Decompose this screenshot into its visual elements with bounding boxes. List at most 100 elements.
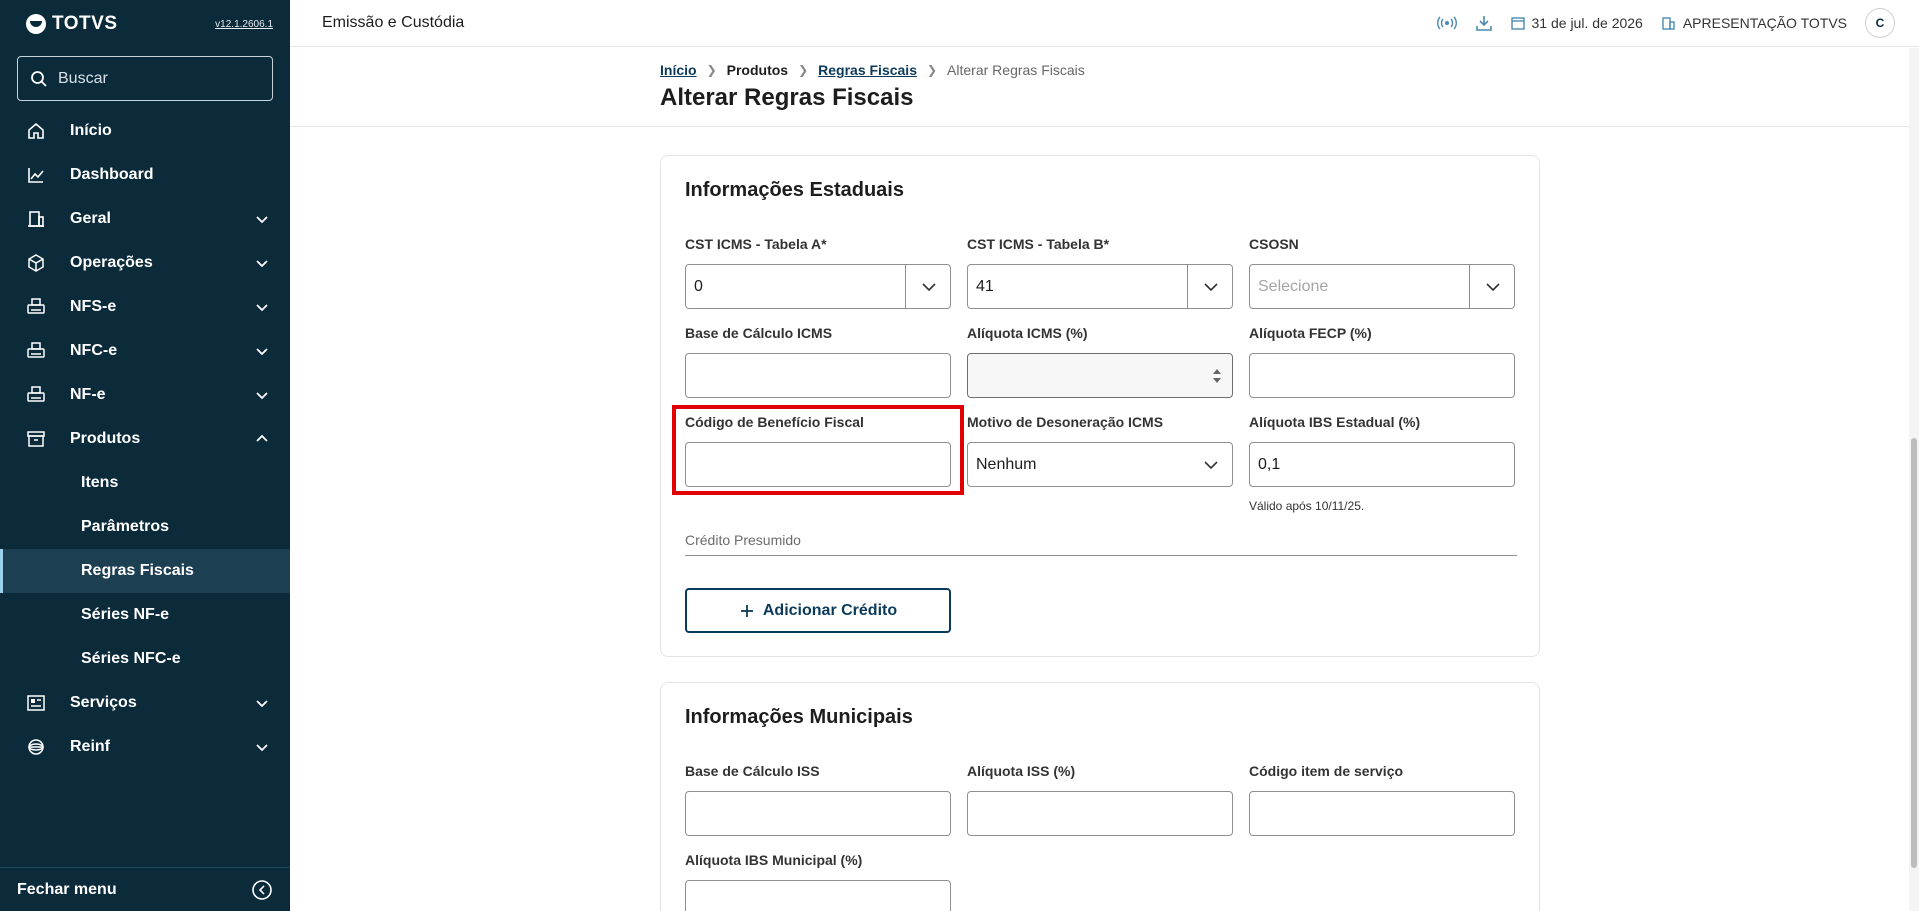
globe-icon xyxy=(26,737,46,757)
archive-icon xyxy=(26,429,46,449)
ibs-municipal-label: Alíquota IBS Municipal (%) xyxy=(685,852,863,868)
divider xyxy=(685,555,1517,556)
broadcast-icon[interactable] xyxy=(1436,15,1457,31)
header-actions: 31 de jul. de 2026 APRESENTAÇÃO TOTVS C xyxy=(1436,8,1895,38)
download-icon[interactable] xyxy=(1475,14,1493,32)
search-input[interactable]: Buscar xyxy=(17,56,273,101)
sidebar-item-label: NF-e xyxy=(70,386,106,403)
sidebar-item-servicos[interactable]: Serviços xyxy=(0,681,290,725)
sidebar-nav: Início Dashboard Geral Operações NFS-e N… xyxy=(0,109,290,769)
ibs-estadual-value: 0,1 xyxy=(1258,455,1281,473)
date-display[interactable]: 31 de jul. de 2026 xyxy=(1510,15,1643,31)
aliquota-icms-label: Alíquota ICMS (%) xyxy=(967,325,1088,341)
sidebar-item-nfse[interactable]: NFS-e xyxy=(0,285,290,329)
codigo-servico-label: Código item de serviço xyxy=(1249,763,1404,779)
sidebar-item-label: Dashboard xyxy=(70,166,154,183)
sidebar-item-operacoes[interactable]: Operações xyxy=(0,241,290,285)
avatar[interactable]: C xyxy=(1865,8,1895,38)
cst-icms-a-field: CST ICMS - Tabela A* 0 xyxy=(685,236,951,309)
base-icms-input[interactable] xyxy=(685,353,951,398)
sidebar-item-dashboard[interactable]: Dashboard xyxy=(0,153,290,197)
scrollbar-thumb[interactable] xyxy=(1911,438,1917,868)
current-date: 31 de jul. de 2026 xyxy=(1531,15,1643,31)
codigo-servico-field: Código item de serviço xyxy=(1249,763,1515,836)
cst-icms-a-label: CST ICMS - Tabela A* xyxy=(685,236,827,252)
base-iss-label: Base de Cálculo ISS xyxy=(685,763,820,779)
sidebar-item-produtos[interactable]: Produtos xyxy=(0,417,290,461)
base-iss-field: Base de Cálculo ISS xyxy=(685,763,951,836)
sidebar-item-reinf[interactable]: Reinf xyxy=(0,725,290,769)
codigo-servico-input[interactable] xyxy=(1249,791,1515,836)
chevron-down-icon[interactable] xyxy=(1202,278,1220,296)
sidebar-subitem-label: Séries NFC-e xyxy=(81,650,181,667)
sidebar-item-nfe[interactable]: NF-e xyxy=(0,373,290,417)
number-spinner-icon[interactable] xyxy=(1212,364,1222,388)
state-info-card: Informações Estaduais CST ICMS - Tabela … xyxy=(660,155,1540,657)
sidebar-subitem-parametros[interactable]: Parâmetros xyxy=(0,505,290,549)
chevron-down-icon xyxy=(256,700,268,708)
top-header: Emissão e Custódia 31 de jul. de 2026 AP… xyxy=(290,0,1919,47)
chevron-down-icon[interactable] xyxy=(920,278,938,296)
company-selector[interactable]: APRESENTAÇÃO TOTVS xyxy=(1661,15,1847,31)
desoneracao-field: Motivo de Desoneração ICMS Nenhum xyxy=(967,414,1233,487)
ibs-estadual-field: Alíquota IBS Estadual (%) 0,1 Válido apó… xyxy=(1249,414,1515,513)
sidebar-subitem-series-nfe[interactable]: Séries NF-e xyxy=(0,593,290,637)
ibs-municipal-input[interactable] xyxy=(685,880,951,911)
chevron-down-icon xyxy=(256,744,268,752)
totvs-logo-icon xyxy=(26,14,46,34)
company-name: APRESENTAÇÃO TOTVS xyxy=(1682,15,1847,31)
close-menu-label: Fechar menu xyxy=(17,880,117,898)
scrollbar[interactable] xyxy=(1909,48,1919,911)
aliquota-iss-input[interactable] xyxy=(967,791,1233,836)
chevron-up-icon xyxy=(256,434,268,442)
beneficio-fiscal-field: Código de Benefício Fiscal xyxy=(685,414,951,487)
select-divider xyxy=(905,265,906,308)
chevron-down-icon[interactable] xyxy=(1484,278,1502,296)
cst-icms-b-field: CST ICMS - Tabela B* 41 xyxy=(967,236,1233,309)
sidebar-item-nfce[interactable]: NFC-e xyxy=(0,329,290,373)
version-link[interactable]: v12.1.2606.1 xyxy=(215,19,273,30)
chevron-down-icon[interactable] xyxy=(1202,456,1220,474)
chevron-down-icon xyxy=(256,348,268,356)
sidebar-subitem-itens[interactable]: Itens xyxy=(0,461,290,505)
chevron-down-icon xyxy=(256,304,268,312)
sidebar-subitem-regras-fiscais[interactable]: Regras Fiscais xyxy=(0,549,290,593)
desoneracao-select[interactable]: Nenhum xyxy=(967,442,1233,487)
add-credit-button[interactable]: Adicionar Crédito xyxy=(685,588,951,633)
sidebar-item-label: NFC-e xyxy=(70,342,118,359)
breadcrumb-produtos: Produtos xyxy=(726,62,789,78)
breadcrumb-inicio[interactable]: Início xyxy=(660,62,697,78)
totvs-logo[interactable]: TOTVS xyxy=(26,13,118,35)
sidebar-subitem-label: Itens xyxy=(81,474,119,491)
sidebar-item-label: Geral xyxy=(70,210,111,227)
sidebar-item-label: Serviços xyxy=(70,694,137,711)
brand-name: TOTVS xyxy=(52,13,118,34)
building-icon xyxy=(1662,16,1675,30)
sidebar-subitem-series-nfce[interactable]: Séries NFC-e xyxy=(0,637,290,681)
chart-line-icon xyxy=(26,165,46,185)
breadcrumb-regras-fiscais[interactable]: Regras Fiscais xyxy=(818,62,917,78)
base-iss-input[interactable] xyxy=(685,791,951,836)
newspaper-icon xyxy=(26,693,46,713)
csosn-select[interactable]: Selecione xyxy=(1249,264,1515,309)
cst-icms-b-select[interactable]: 41 xyxy=(967,264,1233,309)
breadcrumb: Início ❯ Produtos ❯ Regras Fiscais ❯ Alt… xyxy=(660,62,1085,78)
csosn-field: CSOSN Selecione xyxy=(1249,236,1515,309)
chevron-right-icon: ❯ xyxy=(706,63,717,77)
aliquota-fecp-label: Alíquota FECP (%) xyxy=(1249,325,1372,341)
cst-icms-a-select[interactable]: 0 xyxy=(685,264,951,309)
beneficio-fiscal-input[interactable] xyxy=(685,442,951,487)
printer-icon xyxy=(26,385,46,405)
close-menu-button[interactable]: Fechar menu xyxy=(0,867,290,911)
sidebar-item-label: Operações xyxy=(70,254,153,271)
sidebar-item-geral[interactable]: Geral xyxy=(0,197,290,241)
page-header: Início ❯ Produtos ❯ Regras Fiscais ❯ Alt… xyxy=(290,48,1909,127)
aliquota-fecp-input[interactable] xyxy=(1249,353,1515,398)
ibs-estadual-input[interactable]: 0,1 xyxy=(1249,442,1515,487)
sidebar-header: TOTVS v12.1.2606.1 xyxy=(0,0,290,48)
aliquota-icms-input[interactable] xyxy=(967,353,1233,398)
app-title: Emissão e Custódia xyxy=(322,14,465,31)
chevron-down-icon xyxy=(256,392,268,400)
breadcrumb-current: Alterar Regras Fiscais xyxy=(947,62,1085,78)
sidebar-item-inicio[interactable]: Início xyxy=(0,109,290,153)
